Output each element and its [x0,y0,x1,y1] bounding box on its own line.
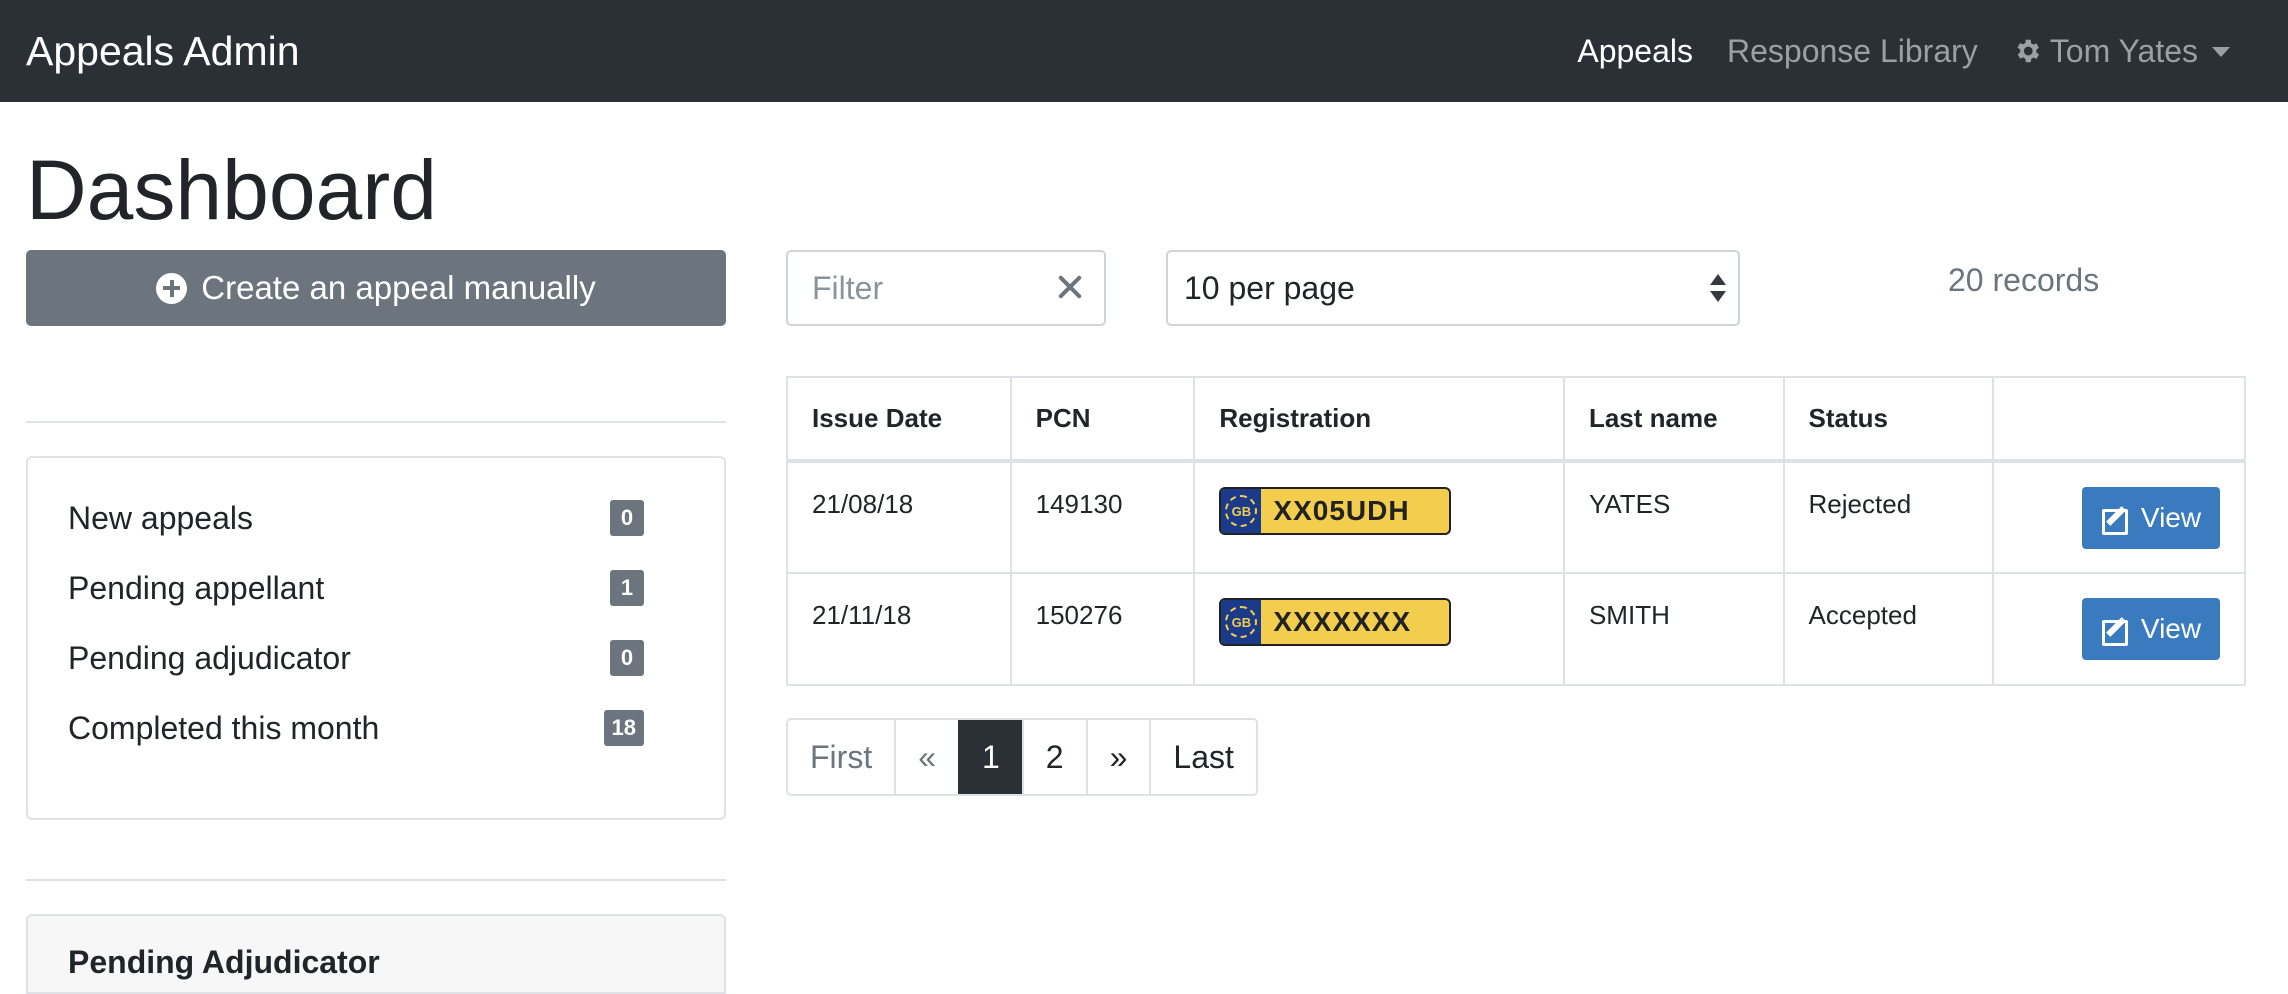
view-button[interactable]: View [2082,487,2220,549]
table-row: 21/11/18 150276 GB XXXXXXX SMITH Accepte… [786,572,2246,686]
pending-adjudicator-card: Pending Adjudicator [26,914,726,994]
page-prev[interactable]: « [894,720,958,794]
issue-date: 21/11/18 [786,572,1012,686]
per-page-select[interactable]: 10 per page [1166,250,1740,326]
nav-link-appeals[interactable]: Appeals [1577,26,1693,76]
plate-number: XX05UDH [1273,495,1410,526]
pcn: 149130 [1009,460,1196,574]
appeals-table: Issue Date PCN Registration Last name St… [786,376,2246,686]
stat-pending-appellant[interactable]: Pending appellant 1 [68,558,644,618]
status: Rejected [1782,460,1995,574]
col-actions [1992,376,2246,463]
number-plate: GB XXXXXXX [1219,598,1452,646]
page-first[interactable]: First [788,720,895,794]
plus-circle-icon [156,272,188,304]
select-arrows-icon [1710,274,1726,306]
registration-cell: GB XXXXXXX [1193,572,1565,686]
edit-icon [2101,615,2129,646]
view-label: View [2140,502,2202,533]
table-header-row: Issue Date PCN Registration Last name St… [786,376,2246,463]
divider [26,421,726,423]
actions-cell: View [1992,460,2246,574]
filter-box [786,250,1106,326]
stat-new-appeals[interactable]: New appeals 0 [68,488,644,548]
page-next[interactable]: » [1085,720,1150,794]
user-name: Tom Yates [2049,32,2198,69]
number-plate: GB XX05UDH [1219,487,1452,535]
stat-label: Pending adjudicator [68,639,351,676]
card-title: Pending Adjudicator [68,944,380,980]
gear-icon [2017,39,2039,63]
status: Accepted [1782,572,1995,686]
nav-links: Appeals Response Library Tom Yates [1577,26,2230,76]
brand[interactable]: Appeals Admin [26,26,300,76]
page-last[interactable]: Last [1149,720,1256,794]
navbar: Appeals Admin Appeals Response Library T… [0,0,2288,102]
count-badge: 0 [610,500,644,536]
page-2[interactable]: 2 [1021,720,1086,794]
stat-label: New appeals [68,499,253,536]
col-registration[interactable]: Registration [1193,376,1565,463]
per-page-value: 10 per page [1184,269,1355,306]
plate-number: XXXXXXX [1273,606,1412,637]
last-name: SMITH [1562,572,1785,686]
nav-link-response-library[interactable]: Response Library [1727,26,1978,76]
count-badge: 0 [610,640,644,676]
create-appeal-label: Create an appeal manually [201,269,596,306]
view-button[interactable]: View [2082,598,2220,660]
clear-filter-icon[interactable] [1054,271,1086,303]
pcn: 150276 [1009,572,1196,686]
last-name: YATES [1562,460,1785,574]
pagination: First « 1 2 » Last [786,718,1258,796]
edit-icon [2101,504,2129,535]
stat-label: Pending appellant [68,569,325,606]
col-pcn[interactable]: PCN [1009,376,1196,463]
stat-completed-this-month[interactable]: Completed this month 18 [68,698,644,758]
gb-flag-icon: GB [1221,600,1262,644]
count-badge: 18 [603,710,644,746]
view-label: View [2140,613,2202,644]
page-title: Dashboard [26,143,437,237]
page-1[interactable]: 1 [958,720,1022,794]
stat-pending-adjudicator[interactable]: Pending adjudicator 0 [68,628,644,688]
count-badge: 1 [610,570,644,606]
divider [26,879,726,881]
create-appeal-button[interactable]: Create an appeal manually [26,250,726,326]
col-status[interactable]: Status [1782,376,1995,463]
filter-input[interactable] [788,252,1048,324]
actions-cell: View [1992,572,2246,686]
stat-label: Completed this month [68,709,380,746]
stats-card: New appeals 0 Pending appellant 1 Pendin… [26,456,726,820]
table-row: 21/08/18 149130 GB XX05UDH YATES Rejecte… [786,460,2246,574]
user-menu[interactable]: Tom Yates [2012,33,2230,70]
col-last-name[interactable]: Last name [1562,376,1785,463]
col-issue-date[interactable]: Issue Date [786,376,1012,463]
gb-flag-icon: GB [1221,489,1262,533]
records-count: 20 records [1948,262,2100,298]
registration-cell: GB XX05UDH [1193,460,1565,574]
issue-date: 21/08/18 [786,460,1012,574]
caret-down-icon [2212,47,2230,57]
